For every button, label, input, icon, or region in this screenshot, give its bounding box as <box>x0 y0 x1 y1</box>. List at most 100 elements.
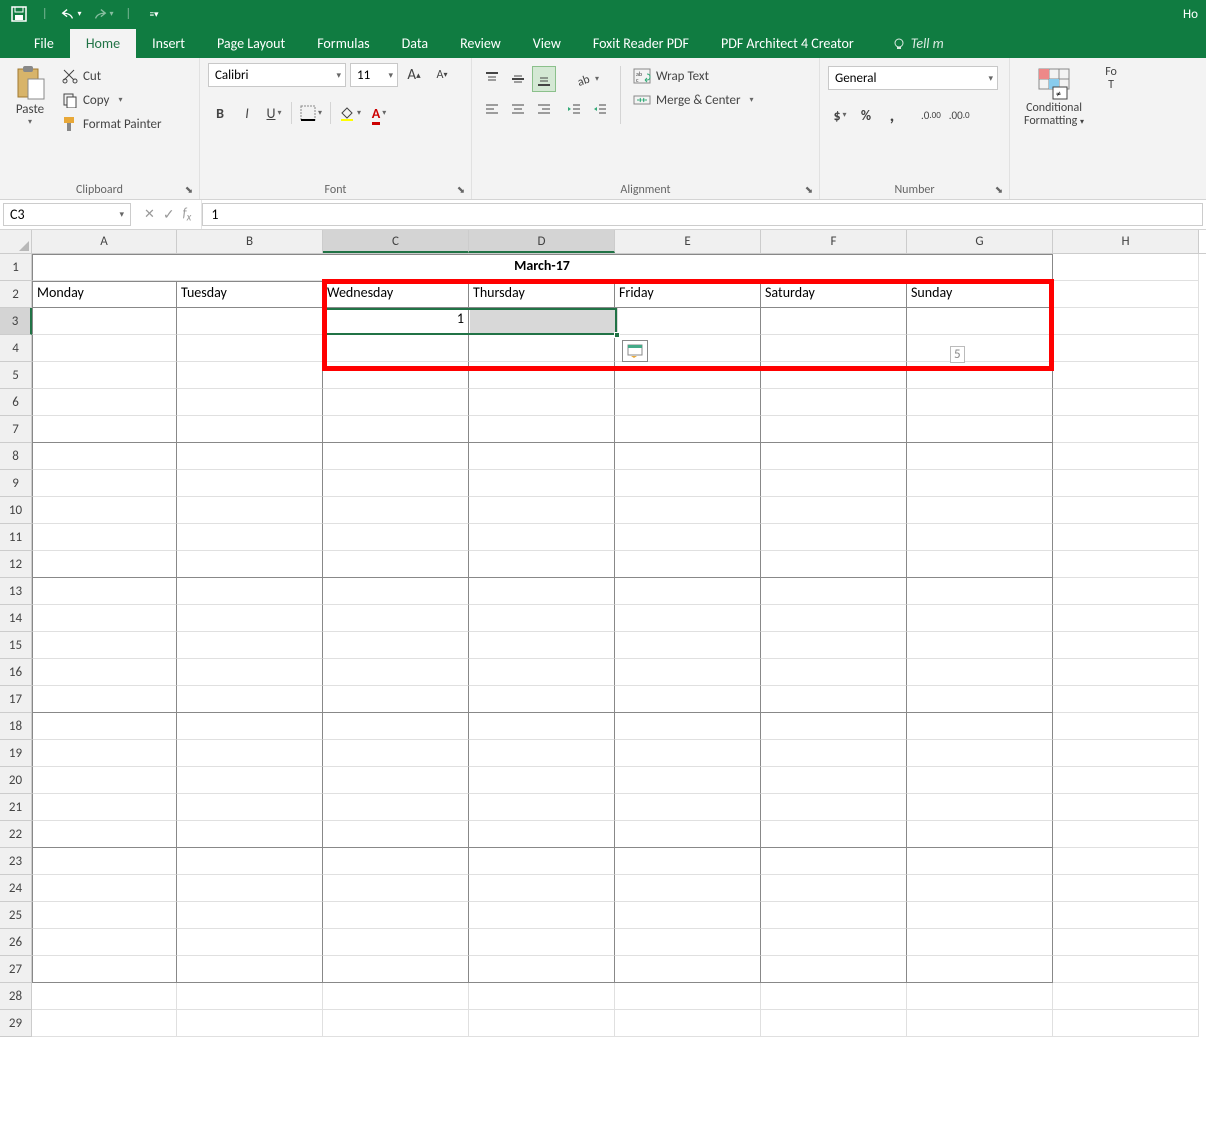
row-header-20[interactable]: 20 <box>0 767 32 794</box>
cell-B11[interactable] <box>177 524 323 551</box>
cell-G19[interactable] <box>907 740 1053 767</box>
cell-G25[interactable] <box>907 902 1053 929</box>
cell-C20[interactable] <box>323 767 469 794</box>
cell-G20[interactable] <box>907 767 1053 794</box>
tell-me[interactable]: Tell m <box>876 29 960 58</box>
cell-H21[interactable] <box>1053 794 1199 821</box>
cell-H27[interactable] <box>1053 956 1199 983</box>
decrease-decimal-button[interactable]: .00.0 <box>946 102 973 128</box>
cell-E11[interactable] <box>615 524 761 551</box>
cell-B14[interactable] <box>177 605 323 632</box>
cell-C28[interactable] <box>323 983 469 1010</box>
accounting-format-button[interactable]: $ <box>828 102 852 128</box>
cell-E5[interactable] <box>615 362 761 389</box>
cell-A29[interactable] <box>32 1010 177 1037</box>
cell-E25[interactable] <box>615 902 761 929</box>
row-header-6[interactable]: 6 <box>0 389 32 416</box>
undo-button[interactable]: ▾ <box>60 3 82 25</box>
cell-D17[interactable] <box>469 686 615 713</box>
row-header-12[interactable]: 12 <box>0 551 32 578</box>
cell-D4[interactable] <box>469 335 615 362</box>
col-header-H[interactable]: H <box>1053 230 1199 253</box>
cell-D19[interactable] <box>469 740 615 767</box>
cell-G24[interactable] <box>907 875 1053 902</box>
cell-E15[interactable] <box>615 632 761 659</box>
cell-G21[interactable] <box>907 794 1053 821</box>
cell-C25[interactable] <box>323 902 469 929</box>
cell-B2[interactable]: Tuesday <box>177 281 323 308</box>
insert-function-button[interactable]: fx <box>183 206 192 224</box>
tab-insert[interactable]: Insert <box>136 29 201 58</box>
cell-F13[interactable] <box>761 578 907 605</box>
cell-D24[interactable] <box>469 875 615 902</box>
cell-A24[interactable] <box>32 875 177 902</box>
cell-G18[interactable] <box>907 713 1053 740</box>
cell-G6[interactable] <box>907 389 1053 416</box>
cell-F10[interactable] <box>761 497 907 524</box>
cell-A14[interactable] <box>32 605 177 632</box>
cell-C21[interactable] <box>323 794 469 821</box>
bold-button[interactable]: B <box>208 100 232 126</box>
cell-E28[interactable] <box>615 983 761 1010</box>
row-header-24[interactable]: 24 <box>0 875 32 902</box>
cell-D7[interactable] <box>469 416 615 443</box>
cell-C24[interactable] <box>323 875 469 902</box>
cell-B15[interactable] <box>177 632 323 659</box>
redo-button[interactable]: ▾ <box>92 3 114 25</box>
row-header-22[interactable]: 22 <box>0 821 32 848</box>
cell-E24[interactable] <box>615 875 761 902</box>
cell-A2[interactable]: Monday <box>32 281 177 308</box>
cell-E29[interactable] <box>615 1010 761 1037</box>
cell-D22[interactable] <box>469 821 615 848</box>
cell-H13[interactable] <box>1053 578 1199 605</box>
cell-F8[interactable] <box>761 443 907 470</box>
cell-G5[interactable] <box>907 362 1053 389</box>
cell-F14[interactable] <box>761 605 907 632</box>
cell-E23[interactable] <box>615 848 761 875</box>
cell-H14[interactable] <box>1053 605 1199 632</box>
cell-H18[interactable] <box>1053 713 1199 740</box>
cell-C3[interactable]: 1 <box>323 308 469 335</box>
increase-indent-button[interactable] <box>588 96 612 122</box>
row-header-10[interactable]: 10 <box>0 497 32 524</box>
col-header-A[interactable]: A <box>32 230 177 253</box>
cell-H1[interactable] <box>1053 254 1199 281</box>
cell-C17[interactable] <box>323 686 469 713</box>
grow-font-button[interactable]: A▴ <box>402 62 426 88</box>
cell-F7[interactable] <box>761 416 907 443</box>
cell-D8[interactable] <box>469 443 615 470</box>
cell-F12[interactable] <box>761 551 907 578</box>
align-left-button[interactable] <box>480 96 504 122</box>
cell-G4[interactable] <box>907 335 1053 362</box>
cell-A23[interactable] <box>32 848 177 875</box>
decrease-indent-button[interactable] <box>562 96 586 122</box>
cell-E16[interactable] <box>615 659 761 686</box>
tab-foxit[interactable]: Foxit Reader PDF <box>577 29 705 58</box>
cell-B23[interactable] <box>177 848 323 875</box>
cell-A15[interactable] <box>32 632 177 659</box>
cell-F11[interactable] <box>761 524 907 551</box>
cell-C10[interactable] <box>323 497 469 524</box>
cell-H17[interactable] <box>1053 686 1199 713</box>
cell-H4[interactable] <box>1053 335 1199 362</box>
tab-page-layout[interactable]: Page Layout <box>201 29 301 58</box>
cell-F17[interactable] <box>761 686 907 713</box>
cell-H9[interactable] <box>1053 470 1199 497</box>
cell-F26[interactable] <box>761 929 907 956</box>
save-button[interactable] <box>8 3 30 25</box>
cell-B5[interactable] <box>177 362 323 389</box>
cell-B6[interactable] <box>177 389 323 416</box>
col-header-C[interactable]: C <box>323 230 469 253</box>
cell-E12[interactable] <box>615 551 761 578</box>
cell-D9[interactable] <box>469 470 615 497</box>
font-size-combo[interactable]: 11▾ <box>350 63 398 87</box>
cell-G29[interactable] <box>907 1010 1053 1037</box>
cell-A18[interactable] <box>32 713 177 740</box>
align-middle-button[interactable] <box>506 66 530 92</box>
row-header-7[interactable]: 7 <box>0 416 32 443</box>
font-color-button[interactable]: A <box>367 100 391 126</box>
cell-F19[interactable] <box>761 740 907 767</box>
cell-C26[interactable] <box>323 929 469 956</box>
cell-F6[interactable] <box>761 389 907 416</box>
cell-D28[interactable] <box>469 983 615 1010</box>
